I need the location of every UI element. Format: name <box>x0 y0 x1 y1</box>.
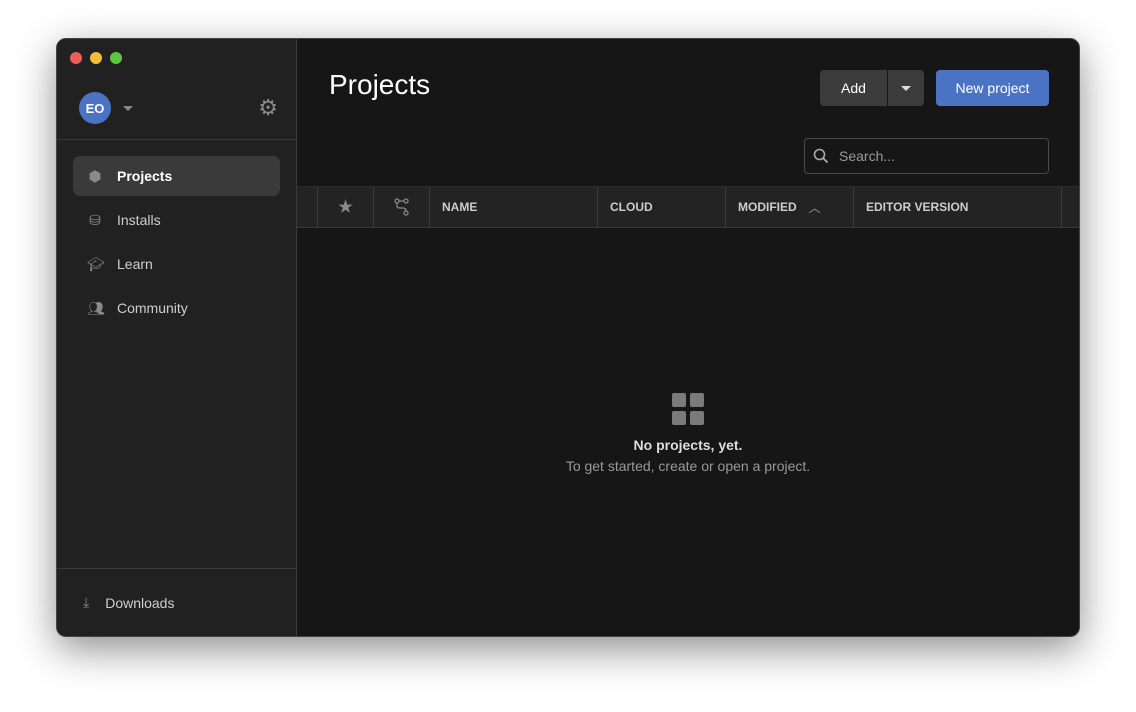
version-control-icon[interactable] <box>374 187 430 227</box>
sidebar-item-learn[interactable]: 🎓︎ Learn <box>73 244 280 284</box>
account-dropdown-icon[interactable] <box>123 106 133 111</box>
minimize-window-button[interactable] <box>90 52 102 64</box>
sidebar: EO ⚙ ⬢ Projects ⛁ Installs 🎓︎ Learn 👥︎ Commu… <box>57 39 297 636</box>
main-panel: Projects Add New project ★ NAME CLOUD MO… <box>297 39 1079 636</box>
add-dropdown-button[interactable] <box>888 70 924 106</box>
empty-title: No projects, yet. <box>297 437 1079 453</box>
graduation-cap-icon: 🎓︎ <box>87 256 103 273</box>
divider <box>57 139 296 140</box>
table-header: ★ NAME CLOUD MODIFIED ︿ EDITOR VERSION <box>297 186 1079 228</box>
window-controls <box>70 52 122 64</box>
account-bar: EO ⚙ <box>79 92 278 124</box>
sort-ascending-icon: ︿ <box>809 199 821 216</box>
avatar[interactable]: EO <box>79 92 111 124</box>
column-editor-version[interactable]: EDITOR VERSION <box>854 187 1062 227</box>
sidebar-item-label: Community <box>117 300 188 316</box>
column-name[interactable]: NAME <box>430 187 598 227</box>
empty-state: No projects, yet. To get started, create… <box>297 393 1079 474</box>
sidebar-item-community[interactable]: 👥︎ Community <box>73 288 280 328</box>
search-input[interactable] <box>839 148 1019 164</box>
lock-icon: ⛁ <box>87 212 103 229</box>
downloads-label: Downloads <box>105 595 174 611</box>
chevron-down-icon <box>901 86 911 91</box>
search-icon <box>813 148 829 164</box>
sidebar-item-projects[interactable]: ⬢ Projects <box>73 156 280 196</box>
search-box <box>804 138 1049 174</box>
close-window-button[interactable] <box>70 52 82 64</box>
page-title: Projects <box>329 69 430 101</box>
download-icon: ⤓ <box>83 594 89 611</box>
new-project-button[interactable]: New project <box>936 70 1049 106</box>
sidebar-item-downloads[interactable]: ⤓ Downloads <box>57 568 296 636</box>
sidebar-item-label: Projects <box>117 168 172 184</box>
sidebar-nav: ⬢ Projects ⛁ Installs 🎓︎ Learn 👥︎ Community <box>73 156 280 332</box>
zoom-window-button[interactable] <box>110 52 122 64</box>
sidebar-item-label: Learn <box>117 256 153 272</box>
star-icon[interactable]: ★ <box>318 187 374 227</box>
cube-icon: ⬢ <box>87 168 103 185</box>
column-modified-label: MODIFIED <box>738 200 797 214</box>
gear-icon[interactable]: ⚙ <box>258 95 278 121</box>
app-window: EO ⚙ ⬢ Projects ⛁ Installs 🎓︎ Learn 👥︎ Commu… <box>56 38 1080 637</box>
people-icon: 👥︎ <box>87 300 103 317</box>
sidebar-item-label: Installs <box>117 212 161 228</box>
sidebar-item-installs[interactable]: ⛁ Installs <box>73 200 280 240</box>
empty-subtitle: To get started, create or open a project… <box>297 458 1079 474</box>
add-button[interactable]: Add <box>820 70 887 106</box>
column-modified[interactable]: MODIFIED ︿ <box>726 187 854 227</box>
column-cloud[interactable]: CLOUD <box>598 187 726 227</box>
grid-icon <box>297 393 1079 425</box>
column-select[interactable] <box>297 187 318 227</box>
